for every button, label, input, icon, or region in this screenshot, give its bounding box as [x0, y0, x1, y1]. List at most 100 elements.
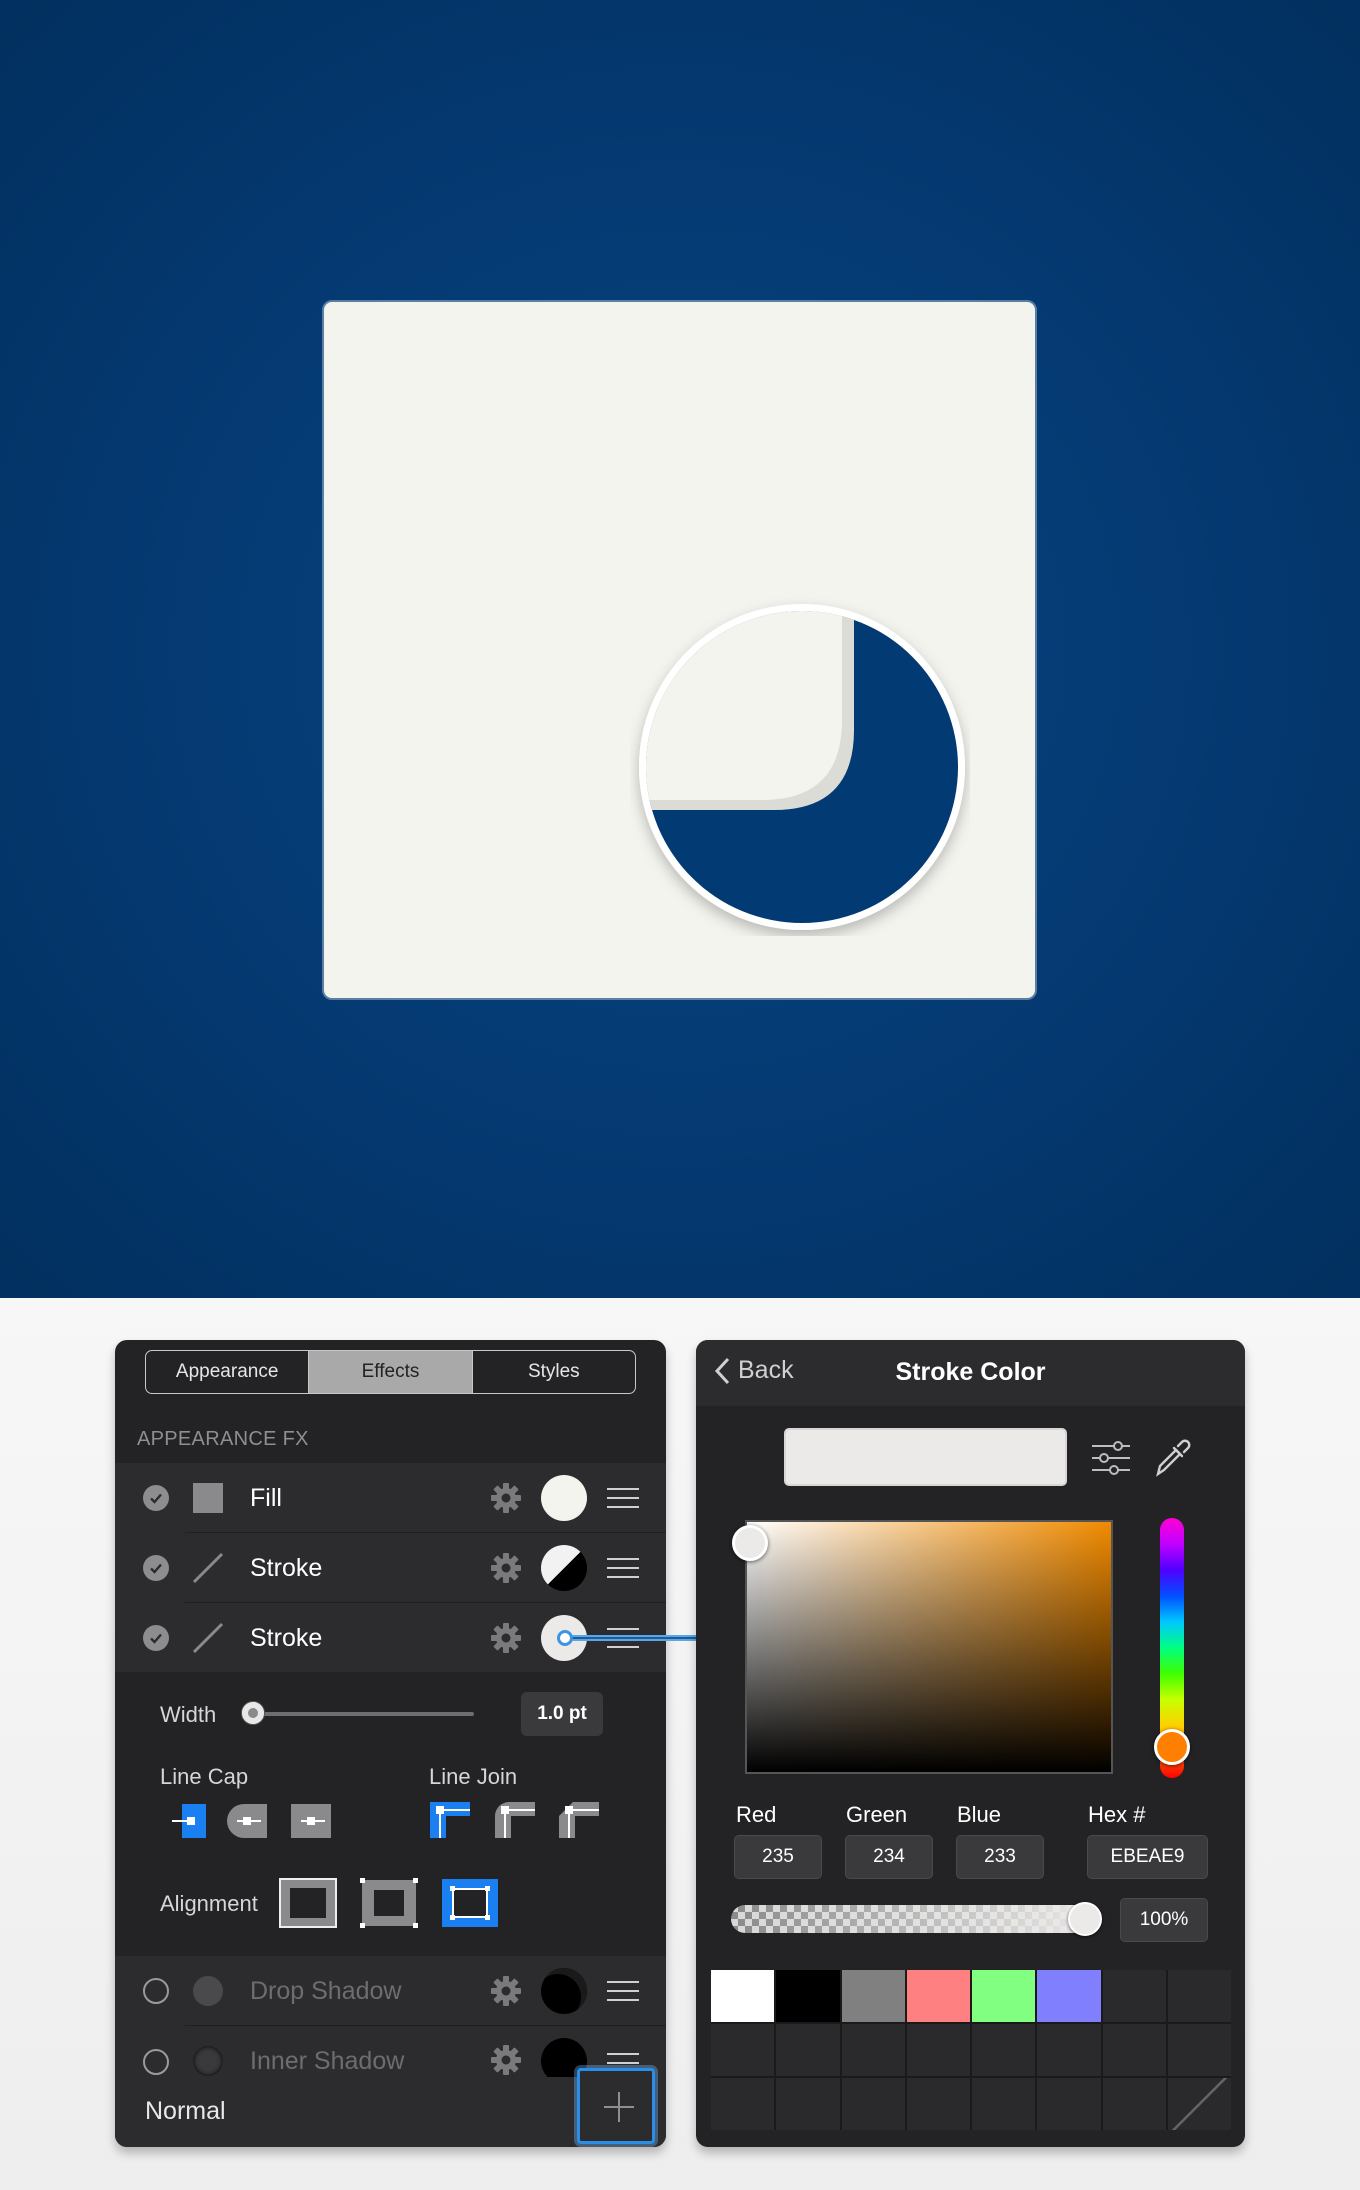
color-field-knob[interactable]	[732, 1525, 768, 1561]
fill-color-swatch[interactable]	[541, 1475, 587, 1521]
hue-slider-knob[interactable]	[1154, 1729, 1190, 1765]
saturation-brightness-field[interactable]	[745, 1520, 1113, 1774]
drag-handle-icon[interactable]	[607, 1558, 639, 1578]
palette-empty-slot[interactable]	[711, 2078, 775, 2130]
palette-empty-slot[interactable]	[776, 2078, 840, 2130]
red-label: Red	[736, 1802, 777, 1827]
panel-footer: Normal	[115, 2068, 666, 2147]
butt-cap-button[interactable]	[172, 1804, 206, 1838]
sliders-icon[interactable]	[1092, 1440, 1130, 1476]
palette-empty-slot[interactable]	[1037, 2024, 1101, 2076]
line-cap-label: Line Cap	[160, 1764, 249, 1789]
gear-icon[interactable]	[489, 1621, 523, 1655]
alignment-label: Alignment	[160, 1891, 258, 1916]
stroke-1-enabled-checkbox[interactable]	[143, 1555, 169, 1581]
width-slider-track[interactable]	[254, 1712, 474, 1716]
effect-dot-icon	[192, 1975, 224, 2007]
palette-empty-slot[interactable]	[711, 2024, 775, 2076]
drag-handle-icon[interactable]	[607, 1981, 639, 2001]
bevel-join-button[interactable]	[559, 1802, 599, 1838]
color-picker-panel: Back Stroke Color Red Green Blue Hex # 2…	[696, 1340, 1245, 2147]
round-cap-button[interactable]	[227, 1804, 267, 1838]
stroke-line-icon	[192, 1622, 224, 1654]
width-slider-knob[interactable]	[242, 1702, 264, 1724]
current-color-preview	[784, 1428, 1067, 1486]
palette-empty-slot[interactable]	[1037, 2078, 1101, 2130]
tab-appearance[interactable]: Appearance	[146, 1351, 310, 1393]
tab-effects[interactable]: Effects	[309, 1351, 473, 1393]
fill-enabled-checkbox[interactable]	[143, 1485, 169, 1511]
drop-shadow-color-swatch[interactable]	[541, 1968, 587, 2014]
palette-empty-slot[interactable]	[906, 2024, 970, 2076]
effect-dot-icon	[192, 2045, 224, 2077]
palette-empty-slot[interactable]	[906, 2078, 970, 2130]
palette-clear-slot[interactable]	[1167, 2078, 1231, 2130]
palette-empty-slot[interactable]	[1167, 2024, 1231, 2076]
palette-swatch[interactable]	[841, 1970, 905, 2022]
palette-empty-slot[interactable]	[1102, 2078, 1166, 2130]
miter-join-button[interactable]	[430, 1802, 470, 1838]
palette-empty-slot[interactable]	[1102, 1970, 1166, 2022]
fill-row[interactable]: Fill	[115, 1463, 666, 1533]
stroke-line-icon	[192, 1552, 224, 1584]
connector-knob	[557, 1630, 573, 1646]
palette-empty-slot[interactable]	[776, 2024, 840, 2076]
gear-icon[interactable]	[489, 1481, 523, 1515]
align-outside-button[interactable]	[441, 1878, 499, 1928]
gear-icon[interactable]	[489, 2043, 523, 2077]
palette-swatch[interactable]	[1037, 1970, 1101, 2022]
opacity-slider[interactable]	[731, 1905, 1101, 1933]
blend-mode-selector[interactable]: Normal	[145, 2097, 226, 2126]
stroke-1-label: Stroke	[250, 1553, 323, 1582]
fill-label: Fill	[250, 1483, 282, 1512]
gear-icon[interactable]	[489, 1974, 523, 2008]
stroke-2-label: Stroke	[250, 1623, 323, 1652]
eyedropper-icon[interactable]	[1152, 1438, 1192, 1478]
opacity-slider-knob[interactable]	[1068, 1902, 1102, 1936]
green-field[interactable]: 234	[845, 1835, 933, 1879]
fill-square-icon	[192, 1482, 224, 1514]
hex-label: Hex #	[1088, 1802, 1146, 1827]
connector-line	[565, 1635, 696, 1641]
appearance-panel: Appearance Effects Styles APPEARANCE FX …	[115, 1340, 666, 2147]
palette-empty-slot[interactable]	[1102, 2024, 1166, 2076]
palette-empty-slot[interactable]	[1167, 1970, 1231, 2022]
palette-swatch[interactable]	[776, 1970, 840, 2022]
drop-shadow-checkbox[interactable]	[143, 1978, 169, 2004]
align-center-button[interactable]	[360, 1878, 418, 1928]
palette-empty-slot[interactable]	[841, 2024, 905, 2076]
width-value-field[interactable]: 1.0 pt	[521, 1692, 603, 1736]
blue-field[interactable]: 233	[956, 1835, 1044, 1879]
drop-shadow-row[interactable]: Drop Shadow	[115, 1956, 666, 2026]
red-field[interactable]: 235	[734, 1835, 822, 1879]
opacity-field[interactable]: 100%	[1120, 1898, 1208, 1942]
section-title: APPEARANCE FX	[137, 1428, 309, 1450]
palette-swatch[interactable]	[906, 1970, 970, 2022]
width-label: Width	[160, 1702, 217, 1727]
square-cap-button[interactable]	[291, 1804, 331, 1838]
palette-empty-slot[interactable]	[972, 2024, 1036, 2076]
palette-swatch[interactable]	[711, 1970, 775, 2022]
drop-shadow-label: Drop Shadow	[250, 1976, 402, 2005]
round-join-button[interactable]	[495, 1802, 535, 1838]
palette-empty-slot[interactable]	[841, 2078, 905, 2130]
green-label: Green	[846, 1802, 908, 1827]
palette-empty-slot[interactable]	[972, 2078, 1036, 2130]
color-panel-header: Back Stroke Color	[696, 1340, 1245, 1406]
stroke-1-color-swatch[interactable]	[541, 1545, 587, 1591]
canvas-area	[0, 0, 1360, 1298]
stroke-2-enabled-checkbox[interactable]	[143, 1625, 169, 1651]
add-effect-button[interactable]	[577, 2068, 655, 2144]
sticker-icon-artwork[interactable]	[630, 596, 970, 936]
hex-field[interactable]: EBEAE9	[1087, 1835, 1208, 1879]
tab-styles[interactable]: Styles	[473, 1351, 635, 1393]
line-join-label: Line Join	[429, 1764, 518, 1789]
align-inside-button[interactable]	[279, 1878, 337, 1928]
inner-shadow-label: Inner Shadow	[250, 2047, 405, 2075]
drag-handle-icon[interactable]	[607, 1488, 639, 1508]
inner-shadow-checkbox[interactable]	[143, 2049, 169, 2075]
palette-swatch[interactable]	[972, 1970, 1036, 2022]
gear-icon[interactable]	[489, 1551, 523, 1585]
stroke-row-1[interactable]: Stroke	[115, 1533, 666, 1603]
color-panel-title: Stroke Color	[895, 1358, 1046, 1386]
